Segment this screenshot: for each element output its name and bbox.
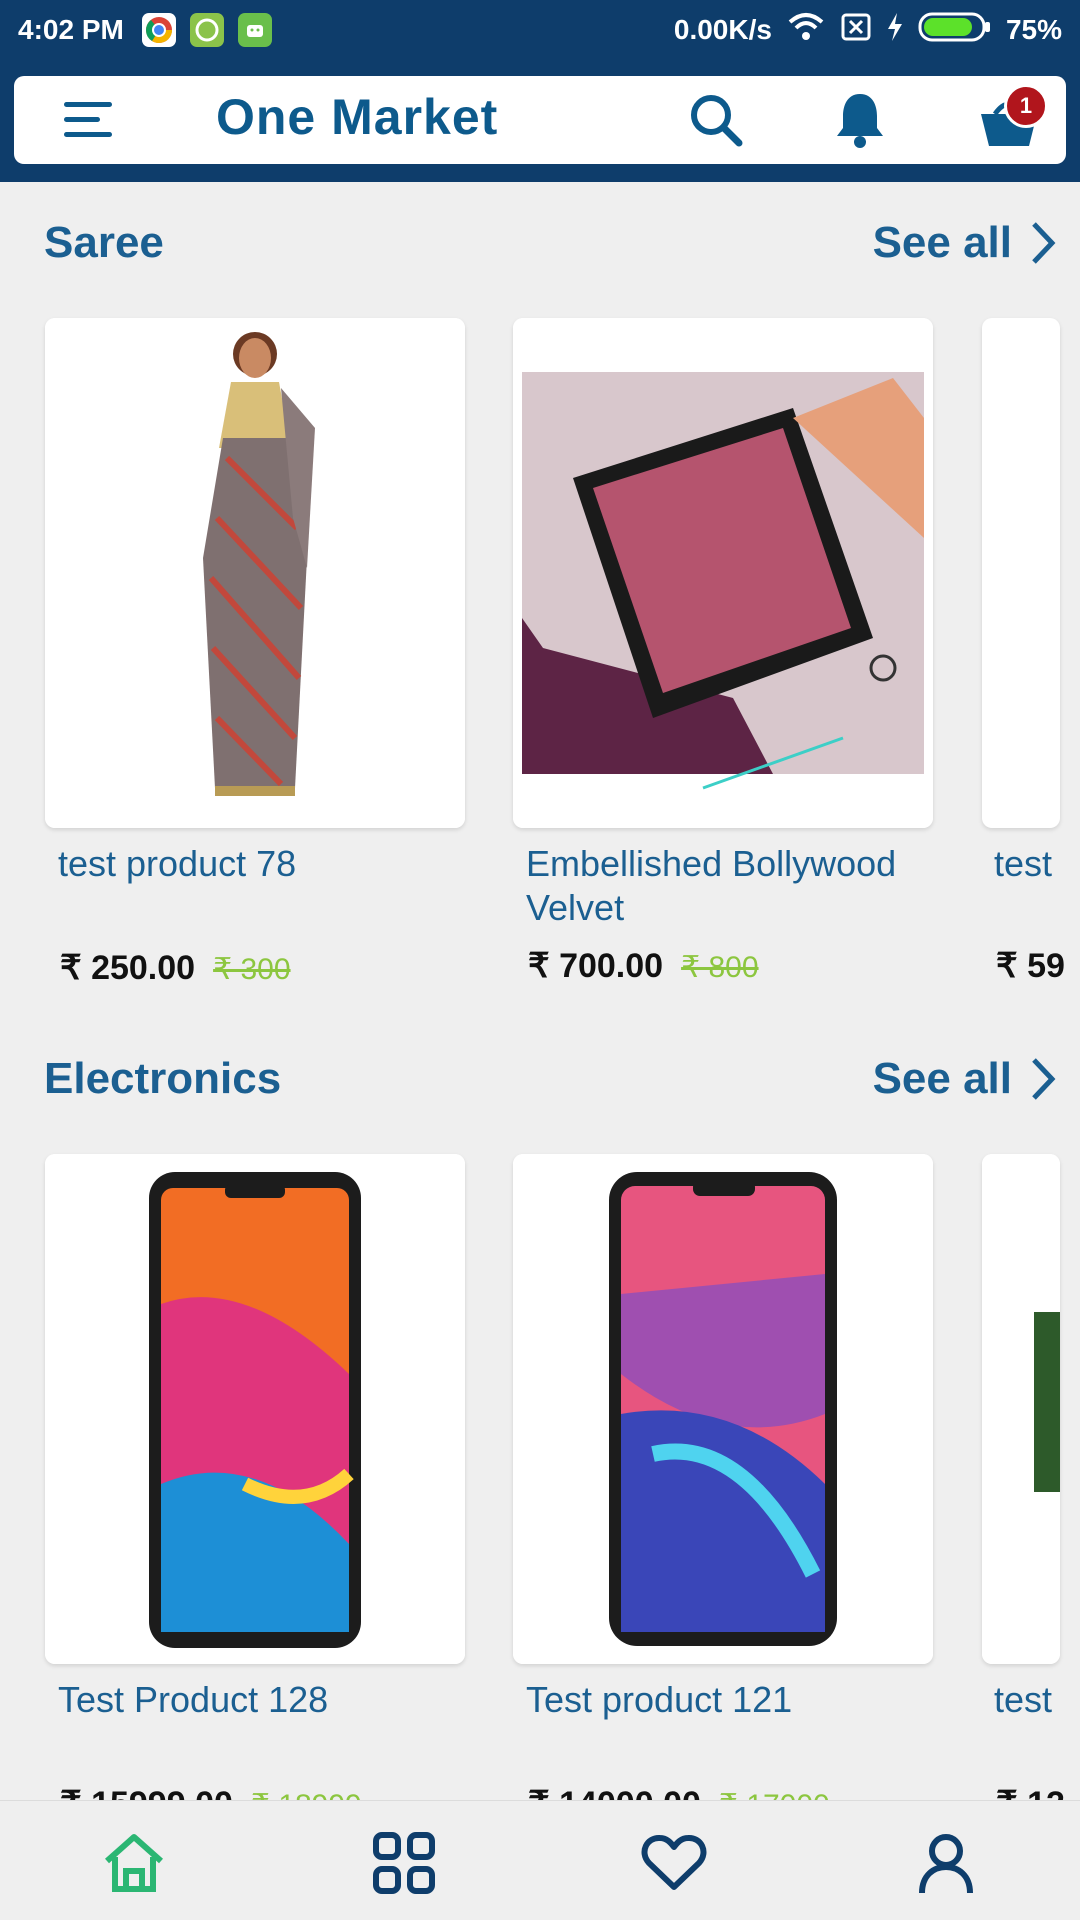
product-image-saree	[45, 318, 465, 828]
product-name[interactable]: Embellished Bollywood Velvet	[526, 842, 926, 930]
see-all-electronics-button[interactable]: See all	[873, 1054, 1056, 1104]
product-card-image[interactable]	[513, 318, 933, 828]
product-price: ₹ 59	[996, 947, 1065, 985]
network-speed: 0.00K/s	[673, 14, 772, 45]
product-price: ₹ 700.00	[528, 947, 664, 985]
product-mrp: ₹ 800	[681, 951, 759, 984]
home-icon[interactable]	[94, 1823, 174, 1903]
see-all-label: See all	[872, 218, 1012, 267]
product-image-phone	[45, 1154, 465, 1664]
chevron-right-icon	[1032, 222, 1056, 264]
menu-icon[interactable]	[58, 98, 118, 142]
battery-percent: 75%	[1005, 14, 1062, 45]
product-name[interactable]: test product 78	[58, 842, 458, 886]
product-card-partial[interactable]	[982, 1154, 1060, 1664]
wishlist-icon[interactable]	[634, 1823, 714, 1903]
app-header: One Market 1	[0, 60, 1080, 182]
whatsapp-icon	[189, 13, 224, 47]
see-all-saree-button[interactable]: See all	[873, 218, 1056, 268]
wifi-icon	[786, 12, 826, 49]
product-card-image[interactable]	[513, 1154, 933, 1664]
product-mrp: ₹ 300	[213, 953, 291, 986]
chrome-icon	[141, 13, 176, 47]
product-name[interactable]: test	[994, 1678, 1080, 1722]
see-all-label: See all	[872, 1054, 1012, 1103]
profile-icon[interactable]	[906, 1823, 986, 1903]
price-row: ₹ 700.00 ₹ 800	[528, 946, 759, 986]
price-row: ₹ 59	[996, 946, 1080, 986]
cart-icon[interactable]: 1	[974, 84, 1048, 152]
product-name[interactable]: Test product 121	[526, 1678, 926, 1722]
section-title-electronics: Electronics	[44, 1054, 282, 1103]
search-icon[interactable]	[686, 92, 746, 148]
product-price: ₹ 250.00	[60, 949, 196, 987]
android-icon	[237, 13, 272, 47]
section-title-saree: Saree	[44, 218, 164, 267]
no-sim-icon	[840, 12, 872, 49]
product-image-phone-mockup	[513, 318, 933, 828]
product-card-image[interactable]	[45, 1154, 465, 1664]
app-bar: One Market 1	[14, 76, 1066, 164]
cart-count-badge: 1	[1004, 84, 1048, 128]
product-card-image[interactable]	[45, 318, 465, 828]
bottom-navigation	[0, 1800, 1080, 1920]
chevron-right-icon	[1032, 1058, 1056, 1100]
product-image-phone	[513, 1154, 933, 1664]
app-title: One Market	[216, 89, 499, 145]
status-time: 4:02 PM	[18, 14, 124, 45]
product-image-tv	[982, 1154, 1060, 1664]
product-card-partial[interactable]	[982, 318, 1060, 828]
charging-icon	[886, 12, 904, 49]
status-bar: 4:02 PM 0.00K/s 75%	[0, 0, 1080, 60]
battery-icon	[918, 11, 992, 50]
categories-icon[interactable]	[364, 1823, 444, 1903]
product-name[interactable]: test	[994, 842, 1080, 886]
product-name[interactable]: Test Product 128	[58, 1678, 458, 1722]
bell-icon[interactable]	[830, 88, 890, 152]
price-row: ₹ 250.00 ₹ 300	[60, 948, 291, 988]
